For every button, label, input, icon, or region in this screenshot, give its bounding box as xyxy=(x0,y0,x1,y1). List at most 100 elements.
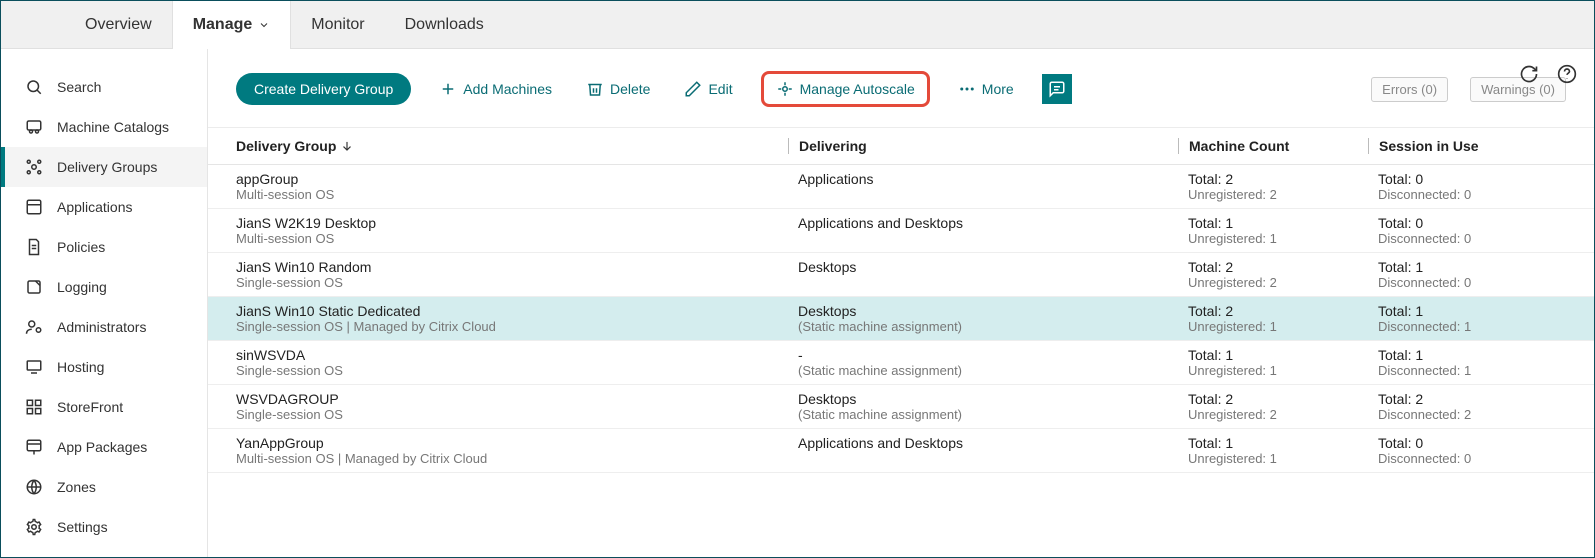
sidebar-item-storefront[interactable]: StoreFront xyxy=(1,387,207,427)
tab-overview[interactable]: Overview xyxy=(65,1,172,49)
more-button[interactable]: More xyxy=(952,76,1020,102)
cell-session: Total: 1 Disconnected: 0 xyxy=(1368,259,1566,290)
session-total: Total: 1 xyxy=(1378,259,1566,275)
cell-machine: Total: 1 Unregistered: 1 xyxy=(1178,435,1368,466)
column-machine-count[interactable]: Machine Count xyxy=(1178,138,1368,154)
group-name: WSVDAGROUP xyxy=(236,391,788,407)
sidebar-label: App Packages xyxy=(57,439,147,455)
sidebar-label: Policies xyxy=(57,239,105,255)
cell-group: JianS Win10 Static Dedicated Single-sess… xyxy=(236,303,788,334)
feedback-icon xyxy=(1048,80,1066,98)
cell-group: JianS Win10 Random Single-session OS xyxy=(236,259,788,290)
deliver-main: Desktops xyxy=(798,259,1178,275)
group-name: JianS Win10 Static Dedicated xyxy=(236,303,788,319)
group-name: JianS Win10 Random xyxy=(236,259,788,275)
create-delivery-group-button[interactable]: Create Delivery Group xyxy=(236,73,411,105)
tab-downloads[interactable]: Downloads xyxy=(385,1,504,49)
table-row[interactable]: appGroup Multi-session OS Applications T… xyxy=(208,165,1594,209)
group-sub: Single-session OS | Managed by Citrix Cl… xyxy=(236,319,788,334)
toolbar: Create Delivery Group Add Machines Delet… xyxy=(208,49,1594,128)
autoscale-icon xyxy=(776,80,794,98)
table-row[interactable]: JianS W2K19 Desktop Multi-session OS App… xyxy=(208,209,1594,253)
refresh-button[interactable] xyxy=(1519,64,1539,89)
session-disc: Disconnected: 1 xyxy=(1378,319,1566,334)
sidebar-item-catalogs[interactable]: Machine Catalogs xyxy=(1,107,207,147)
edit-button[interactable]: Edit xyxy=(678,76,738,102)
cell-session: Total: 1 Disconnected: 1 xyxy=(1368,303,1566,334)
manage-autoscale-button[interactable]: Manage Autoscale xyxy=(761,71,930,107)
tab-monitor[interactable]: Monitor xyxy=(291,1,384,49)
sidebar-label: Hosting xyxy=(57,359,104,375)
cell-machine: Total: 1 Unregistered: 1 xyxy=(1178,347,1368,378)
sidebar-label: Applications xyxy=(57,199,133,215)
cell-delivering: Desktops (Static machine assignment) xyxy=(788,303,1178,334)
sidebar-item-app-packages[interactable]: App Packages xyxy=(1,427,207,467)
sidebar-item-hosting[interactable]: Hosting xyxy=(1,347,207,387)
sidebar-item-search[interactable]: Search xyxy=(1,67,207,107)
add-machines-button[interactable]: Add Machines xyxy=(433,76,558,102)
deliver-sub: (Static machine assignment) xyxy=(798,407,1178,422)
session-disc: Disconnected: 0 xyxy=(1378,275,1566,290)
column-delivering[interactable]: Delivering xyxy=(788,138,1178,154)
sidebar: Search Machine Catalogs Delivery Groups … xyxy=(1,49,208,557)
sidebar-item-administrators[interactable]: Administrators xyxy=(1,307,207,347)
session-total: Total: 0 xyxy=(1378,171,1566,187)
deliver-main: Applications and Desktops xyxy=(798,215,1178,231)
group-sub: Multi-session OS xyxy=(236,187,788,202)
sidebar-label: Logging xyxy=(57,279,107,295)
session-total: Total: 2 xyxy=(1378,391,1566,407)
session-total: Total: 0 xyxy=(1378,215,1566,231)
session-total: Total: 1 xyxy=(1378,303,1566,319)
trash-icon xyxy=(586,80,604,98)
column-session-in-use[interactable]: Session in Use xyxy=(1368,138,1566,154)
table-row[interactable]: sinWSVDA Single-session OS - (Static mac… xyxy=(208,341,1594,385)
edit-label: Edit xyxy=(708,81,732,97)
cell-session: Total: 0 Disconnected: 0 xyxy=(1368,171,1566,202)
cell-machine: Total: 1 Unregistered: 1 xyxy=(1178,215,1368,246)
tab-manage[interactable]: Manage xyxy=(172,1,292,49)
table-row[interactable]: WSVDAGROUP Single-session OS Desktops (S… xyxy=(208,385,1594,429)
cell-machine: Total: 2 Unregistered: 2 xyxy=(1178,259,1368,290)
machine-total: Total: 1 xyxy=(1188,347,1368,363)
sidebar-item-applications[interactable]: Applications xyxy=(1,187,207,227)
catalog-icon xyxy=(25,118,43,136)
more-label: More xyxy=(982,81,1014,97)
cell-delivering: Applications xyxy=(788,171,1178,202)
sidebar-label: Settings xyxy=(57,519,108,535)
sidebar-item-delivery-groups[interactable]: Delivery Groups xyxy=(1,147,207,187)
storefront-icon xyxy=(25,398,43,416)
policies-icon xyxy=(25,238,43,256)
group-name: YanAppGroup xyxy=(236,435,788,451)
sidebar-item-policies[interactable]: Policies xyxy=(1,227,207,267)
cell-session: Total: 2 Disconnected: 2 xyxy=(1368,391,1566,422)
feedback-button[interactable] xyxy=(1042,74,1072,104)
table-row[interactable]: JianS Win10 Random Single-session OS Des… xyxy=(208,253,1594,297)
errors-pill[interactable]: Errors (0) xyxy=(1371,77,1448,102)
machine-unreg: Unregistered: 1 xyxy=(1188,451,1368,466)
top-right-actions xyxy=(1519,64,1577,89)
sidebar-item-logging[interactable]: Logging xyxy=(1,267,207,307)
machine-total: Total: 2 xyxy=(1188,391,1368,407)
cell-delivering: - (Static machine assignment) xyxy=(788,347,1178,378)
search-icon xyxy=(25,78,43,96)
machine-unreg: Unregistered: 2 xyxy=(1188,187,1368,202)
table-row[interactable]: JianS Win10 Static Dedicated Single-sess… xyxy=(208,297,1594,341)
sidebar-item-zones[interactable]: Zones xyxy=(1,467,207,507)
cell-delivering: Applications and Desktops xyxy=(788,215,1178,246)
sidebar-label: Machine Catalogs xyxy=(57,119,169,135)
logging-icon xyxy=(25,278,43,296)
group-sub: Multi-session OS xyxy=(236,231,788,246)
group-sub: Single-session OS xyxy=(236,363,788,378)
column-delivery-group[interactable]: Delivery Group xyxy=(236,138,788,154)
main-panel: Create Delivery Group Add Machines Delet… xyxy=(208,49,1594,557)
help-button[interactable] xyxy=(1557,64,1577,89)
machine-unreg: Unregistered: 1 xyxy=(1188,363,1368,378)
session-disc: Disconnected: 0 xyxy=(1378,451,1566,466)
pencil-icon xyxy=(684,80,702,98)
hosting-icon xyxy=(25,358,43,376)
table-row[interactable]: YanAppGroup Multi-session OS | Managed b… xyxy=(208,429,1594,473)
sidebar-item-settings[interactable]: Settings xyxy=(1,507,207,547)
delete-button[interactable]: Delete xyxy=(580,76,656,102)
cell-machine: Total: 2 Unregistered: 2 xyxy=(1178,171,1368,202)
cell-machine: Total: 2 Unregistered: 2 xyxy=(1178,391,1368,422)
